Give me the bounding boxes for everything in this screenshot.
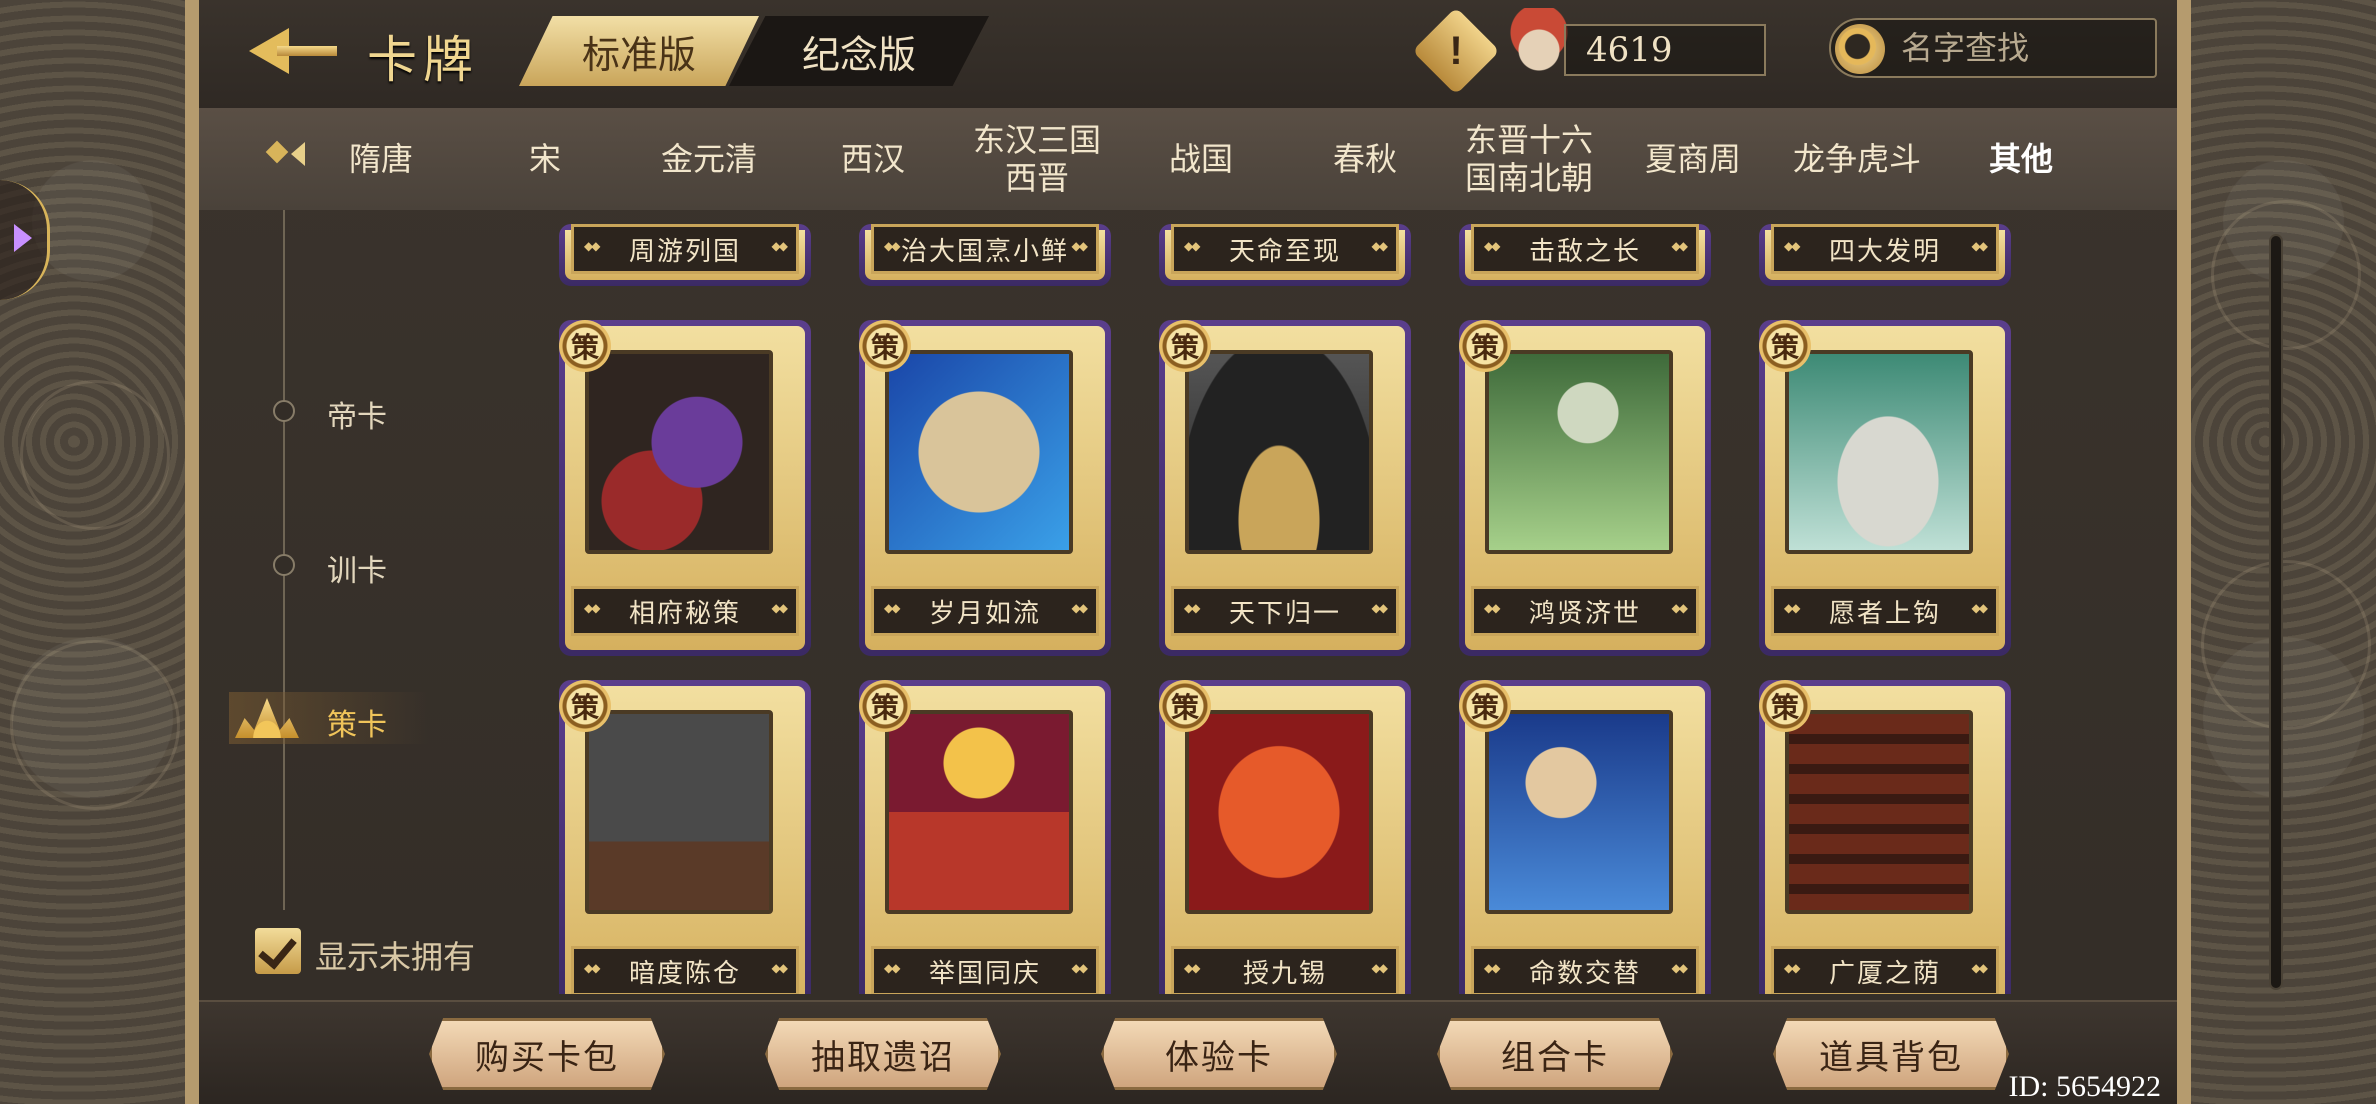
exclamation-icon: ! [1449,28,1463,73]
card-name: 举国同庆 [871,946,1099,994]
combo-card-button[interactable]: 组合卡 [1437,1018,1673,1090]
card-name: 四大发明 [1771,224,1999,274]
lotus-icon [235,698,299,738]
card[interactable]: 治大国烹小鲜 [859,224,1111,286]
tab-category[interactable]: 战国 [1119,108,1283,210]
card-art [1785,710,1973,914]
card-art [1785,350,1973,554]
card-art [585,350,773,554]
strategy-badge-icon: 策 [559,680,611,732]
tab-standard[interactable]: 标准版 [519,16,759,86]
back-button[interactable] [249,20,339,80]
trial-card-button[interactable]: 体验卡 [1101,1018,1337,1090]
strategy-badge-icon: 策 [1459,320,1511,372]
top-bar: 卡牌 标准版 纪念版 ! 4619 [199,0,2177,108]
bottom-action-bar: 购买卡包 抽取遗诏 体验卡 组合卡 道具背包 ID: 5654922 [199,1000,2177,1104]
card-art [885,350,1073,554]
menu-item-training[interactable]: 训卡 [199,534,439,594]
item-bag-button[interactable]: 道具背包 [1773,1018,2009,1090]
card-grid: 周游列国 治大国烹小鲜 天命至现 击敌之长 四大发明 策 相府秘策 策 [529,224,2229,994]
tab-category[interactable]: 夏商周 [1611,108,1775,210]
card-name: 暗度陈仓 [571,946,799,994]
card-art [1185,710,1373,914]
tab-category-active[interactable]: 其他 [1939,108,2103,210]
category-scroll-left-icon[interactable] [265,138,305,178]
card-name: 鸿贤济世 [1471,586,1699,636]
search-input[interactable] [1901,26,2141,70]
strategy-badge-icon: 策 [1759,320,1811,372]
card-name: 愿者上钩 [1771,586,1999,636]
card[interactable]: 四大发明 [1759,224,2011,286]
menu-item-emperor[interactable]: 帝卡 [199,380,439,440]
draw-edict-button[interactable]: 抽取遗诏 [765,1018,1001,1090]
card[interactable]: 策 举国同庆 [859,680,1111,994]
buy-card-pack-button[interactable]: 购买卡包 [429,1018,665,1090]
tab-category[interactable]: 西汉 [791,108,955,210]
card-name: 治大国烹小鲜 [871,224,1099,274]
card[interactable]: 策 命数交替 [1459,680,1711,994]
card[interactable]: 周游列国 [559,224,811,286]
card-name: 广厦之荫 [1771,946,1999,994]
card-art [1485,350,1673,554]
tab-category[interactable]: 宋 [463,108,627,210]
tab-category[interactable]: 金元清 [627,108,791,210]
card-name: 天下归一 [1171,586,1399,636]
card[interactable]: 击敌之长 [1459,224,1711,286]
card[interactable]: 天命至现 [1159,224,1411,286]
card[interactable]: 策 广厦之荫 [1759,680,2011,994]
card-name: 击敌之长 [1471,224,1699,274]
card[interactable]: 策 暗度陈仓 [559,680,811,994]
card[interactable]: 策 相府秘策 [559,320,811,656]
search-icon[interactable] [1835,24,1885,74]
strategy-badge-icon: 策 [1759,680,1811,732]
card-art [1485,710,1673,914]
card-art [885,710,1073,914]
card[interactable]: 策 鸿贤济世 [1459,320,1711,656]
main-frame: 卡牌 标准版 纪念版 ! 4619 隋唐 宋 金元清 西汉 东汉三国 西晋 战国… [185,0,2283,1104]
strategy-badge-icon: 策 [1159,320,1211,372]
player-id-label: ID: 5654922 [2008,1070,2162,1103]
card-name: 周游列国 [571,224,799,274]
expand-arrow-icon [14,224,32,252]
tab-category[interactable]: 东汉三国 西晋 [955,108,1119,210]
card-art [1185,350,1373,554]
search-box[interactable] [1829,18,2157,78]
card-grid-scrollbar[interactable] [2269,234,2283,990]
tab-category[interactable]: 春秋 [1283,108,1447,210]
tab-category[interactable]: 东晋十六 国南北朝 [1447,108,1611,210]
card[interactable]: 策 愿者上钩 [1759,320,2011,656]
alert-button[interactable]: ! [1412,7,1500,95]
card-art [585,710,773,914]
tab-commemorative[interactable]: 纪念版 [729,16,989,86]
card[interactable]: 策 岁月如流 [859,320,1111,656]
strategy-badge-icon: 策 [1159,680,1211,732]
currency-amount: 4619 [1564,24,1766,76]
card-name: 相府秘策 [571,586,799,636]
card-name: 岁月如流 [871,586,1099,636]
strategy-badge-icon: 策 [859,680,911,732]
category-tabs: 隋唐 宋 金元清 西汉 东汉三国 西晋 战国 春秋 东晋十六 国南北朝 夏商周 … [199,108,2177,210]
tab-category[interactable]: 龙争虎斗 [1775,108,1939,210]
card-name: 天命至现 [1171,224,1399,274]
card-type-menu: 帝卡 训卡 策卡 显示未拥有 [199,210,475,990]
strategy-badge-icon: 策 [1459,680,1511,732]
strategy-badge-icon: 策 [559,320,611,372]
menu-item-strategy[interactable]: 策卡 [199,688,439,748]
card[interactable]: 策 天下归一 [1159,320,1411,656]
tab-category[interactable]: 隋唐 [299,108,463,210]
left-decor-panel [0,0,185,1104]
card-name: 命数交替 [1471,946,1699,994]
checkbox-checked-icon[interactable] [255,928,301,974]
page-title: 卡牌 [367,31,479,89]
card-name: 授九锡 [1171,946,1399,994]
card[interactable]: 策 授九锡 [1159,680,1411,994]
strategy-badge-icon: 策 [859,320,911,372]
